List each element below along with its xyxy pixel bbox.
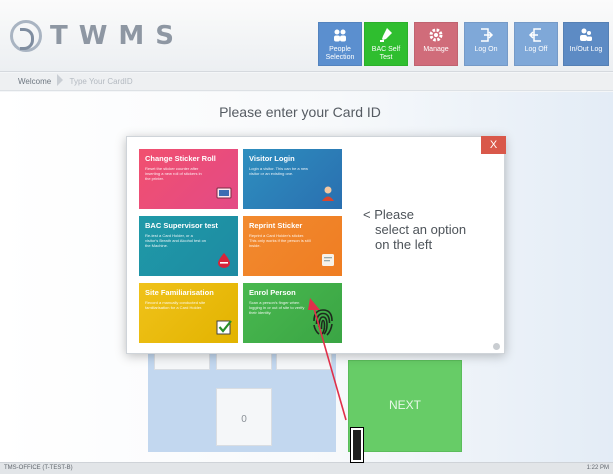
tile-bac-supervisor-test[interactable]: BAC Supervisor test Re-test a Card Holde… [139,216,238,276]
log-off-icon [528,28,541,42]
tile-title: Visitor Login [249,154,295,163]
logo-icon [10,20,42,52]
manage-button[interactable]: Manage [414,22,458,66]
tile-title: Change Sticker Roll [145,154,216,163]
in-out-log-label: In/Out Log [569,46,603,53]
tile-title: Site Familiarisation [145,288,214,297]
people-icon [334,29,346,42]
status-clock: 1:22 PM [586,465,609,471]
breadcrumb: Welcome Type Your CardID [0,73,613,91]
log-on-icon [481,28,494,42]
people-log-icon [580,28,592,41]
log-off-button[interactable]: Log Off [514,22,558,66]
tile-change-sticker-roll[interactable]: Change Sticker Roll Reset the sticker co… [139,149,238,209]
breadcrumb-separator-icon [57,74,64,87]
tile-description: Scan a person's finger when logging in o… [249,300,305,315]
blood-drop-icon [218,253,230,268]
breadcrumb-welcome[interactable]: Welcome [18,77,51,86]
resize-handle-icon [493,343,500,350]
key-0[interactable]: 0 [216,388,272,446]
tile-enrol-person[interactable]: Enrol Person Scan a person's finger when… [243,283,342,343]
breathalyser-icon [380,28,392,42]
select-message-line2: select an option on the left [375,222,467,252]
header-bar: TWMS People Selection BAC Self Test Mana… [0,0,613,72]
close-button[interactable]: X [481,136,506,154]
tile-description: Re-test a Card Holder, or a visitor's Br… [145,233,207,248]
tile-description: Reset the sticker counter after insertin… [145,166,202,181]
tile-title: BAC Supervisor test [145,221,218,230]
text-cursor-icon [350,427,364,463]
gear-icon [429,28,443,42]
visitor-icon [322,186,334,201]
in-out-log-button[interactable]: In/Out Log [563,22,609,66]
next-button[interactable]: NEXT [348,360,462,452]
tile-description: Reprint a Card Holder's sticker. This on… [249,233,311,248]
tile-description: Login a visitor. This can be a new visit… [249,166,309,176]
card-id-prompt: Please enter your Card ID [219,104,381,120]
tile-title: Reprint Sticker [249,221,303,230]
checkbox-icon [216,320,232,335]
status-machine-name: TMS-OFFICE (T-TEST-B) [4,465,73,471]
bac-self-test-button[interactable]: BAC Self Test [364,22,408,66]
status-bar: TMS-OFFICE (T-TEST-B) 1:22 PM [0,462,613,474]
tile-site-familiarisation[interactable]: Site Familiarisation Record a manually c… [139,283,238,343]
manage-label: Manage [423,46,449,53]
select-message-line1: < Please [363,207,414,222]
logo-text: TWMS [50,21,186,51]
twms-logo: TWMS [10,18,185,54]
options-modal: X Change Sticker Roll Reset the sticker … [126,136,506,354]
tile-title: Enrol Person [249,288,296,297]
tile-description: Record a manually conducted site familia… [145,300,206,310]
log-off-label: Log Off [524,46,548,53]
app-window: TWMS People Selection BAC Self Test Mana… [0,0,613,474]
breadcrumb-current: Type Your CardID [69,77,133,86]
sticker-icon [322,254,334,266]
printer-icon [216,187,232,199]
fingerprint-icon [313,309,333,336]
select-option-message: < Please select an option on the left [363,207,473,252]
people-selection-label: People Selection [325,46,355,61]
tile-visitor-login[interactable]: Visitor Login Login a visitor. This can … [243,149,342,209]
bac-self-test-label: BAC Self Test [371,46,401,61]
people-selection-button[interactable]: People Selection [318,22,362,66]
log-on-label: Log On [474,46,498,53]
tile-reprint-sticker[interactable]: Reprint Sticker Reprint a Card Holder's … [243,216,342,276]
log-on-button[interactable]: Log On [464,22,508,66]
